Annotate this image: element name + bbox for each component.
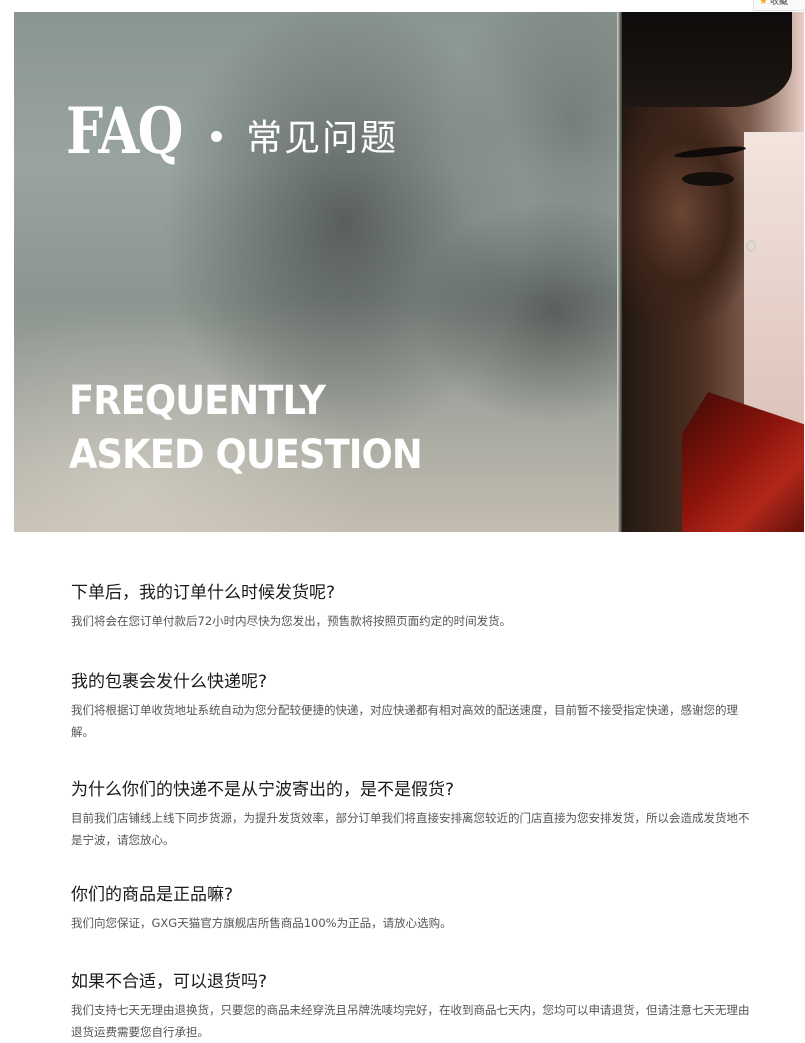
- favorite-tab[interactable]: ★ 收藏: [753, 0, 805, 11]
- faq-question: 如果不合适，可以退货吗?: [71, 972, 268, 992]
- faq-item: 为什么你们的快递不是从宁波寄出的，是不是假货? 目前我们店铺线上线下同步货源，为…: [71, 778, 751, 851]
- faq-answer: 我们向您保证，GXG天猫官方旗舰店所售商品100%为正品，请放心选购。: [71, 916, 452, 930]
- bullet-dot: [211, 130, 223, 142]
- faq-question: 下单后，我的订单什么时候发货呢?: [71, 583, 336, 603]
- frequently-asked-heading: FREQUENTLY ASKED QUESTION: [69, 374, 423, 482]
- faq-item: 下单后，我的订单什么时候发货呢? 我们将会在您订单付款后72小时内尽快为您发出，…: [71, 581, 751, 632]
- faq-answer: 我们将会在您订单付款后72小时内尽快为您发出，预售款将按照页面约定的时间发货。: [71, 614, 512, 628]
- glass-edge: [617, 12, 622, 532]
- faq-item: 你们的商品是正品嘛? 我们向您保证，GXG天猫官方旗舰店所售商品100%为正品，…: [71, 883, 751, 934]
- faq-word: FAQ: [66, 94, 183, 169]
- favorite-label: 收藏: [769, 0, 788, 7]
- faq-title: FAQ 常见问题: [66, 100, 398, 164]
- faq-item: 我的包裹会发什么快递呢? 我们将根据订单收货地址系统自动为您分配较便捷的快递，对…: [71, 670, 751, 743]
- faq-chinese-title: 常见问题: [246, 118, 399, 159]
- faq-hero-banner: FAQ 常见问题 FREQUENTLY ASKED QUESTION: [14, 12, 804, 532]
- faq-answer: 目前我们店铺线上线下同步货源，为提升发货效率，部分订单我们将直接安排离您较近的门…: [71, 811, 750, 847]
- faq-item: 如果不合适，可以退货吗? 我们支持七天无理由退换货，只要您的商品未经穿洗且吊牌洗…: [71, 970, 751, 1043]
- faq-question: 你们的商品是正品嘛?: [71, 885, 234, 905]
- heading-line-1: FREQUENTLY: [69, 378, 326, 424]
- model-portrait: [622, 12, 804, 532]
- faq-answer: 我们支持七天无理由退换货，只要您的商品未经穿洗且吊牌洗唛均完好，在收到商品七天内…: [71, 1003, 750, 1039]
- faq-answer: 我们将根据订单收货地址系统自动为您分配较便捷的快递，对应快递都有相对高效的配送速…: [71, 703, 738, 739]
- faq-question: 我的包裹会发什么快递呢?: [71, 672, 268, 692]
- faq-question: 为什么你们的快递不是从宁波寄出的，是不是假货?: [71, 780, 455, 800]
- star-icon: ★: [759, 0, 768, 7]
- heading-line-2: ASKED QUESTION: [69, 432, 423, 478]
